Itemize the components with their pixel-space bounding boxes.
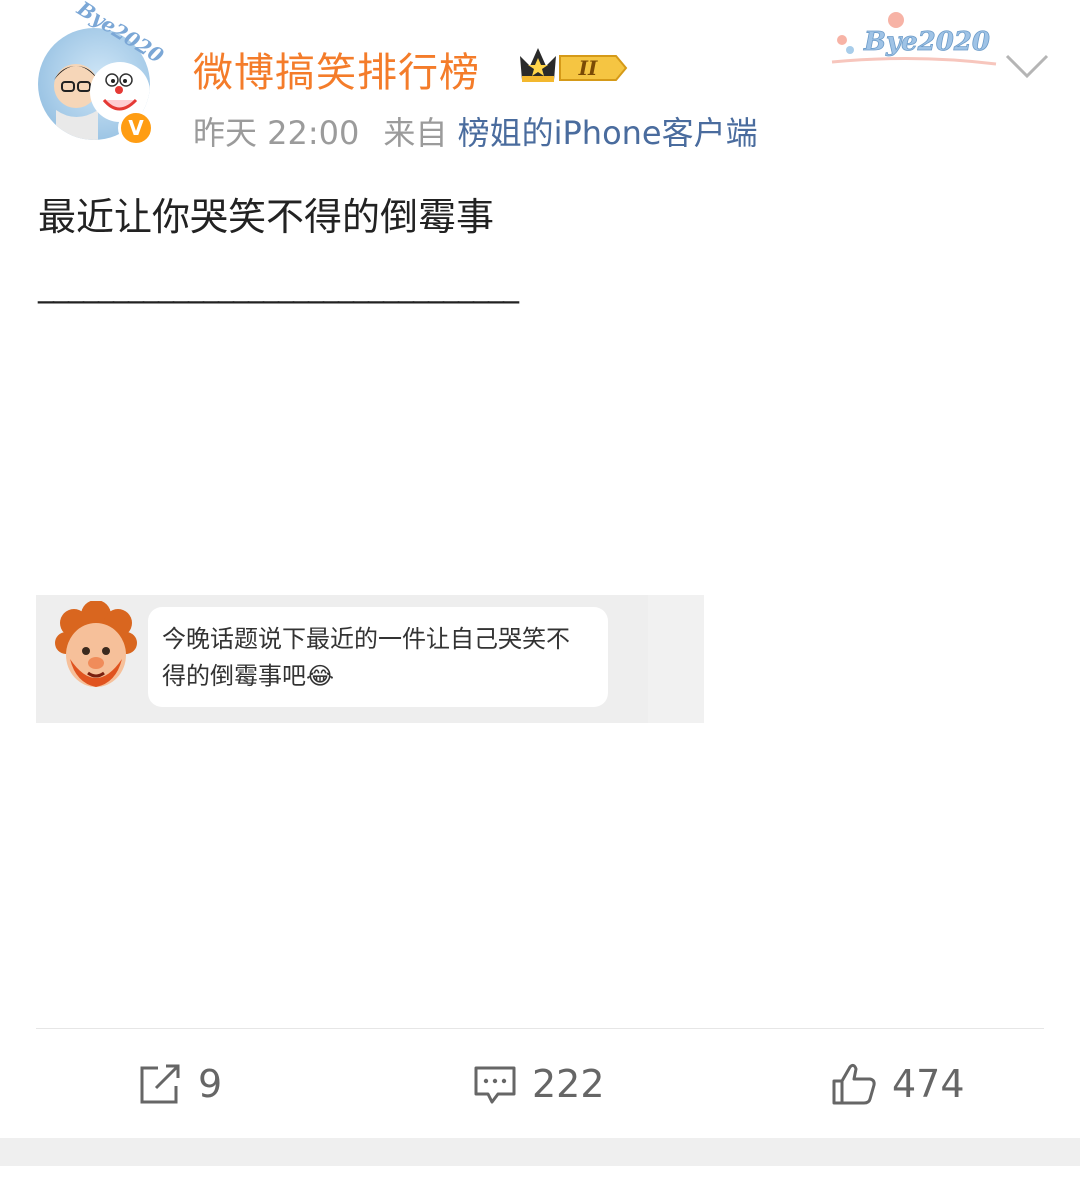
member-level: II: [578, 56, 598, 80]
username[interactable]: 微博搞笑排行榜: [193, 40, 480, 98]
source-link[interactable]: 榜姐的iPhone客户端: [458, 114, 758, 152]
post-image[interactable]: 今晚话题说下最近的一件让自己哭笑不得的倒霉事吧😂: [36, 595, 704, 723]
weibo-post: Bye2020 V 微博搞笑排行榜 II 昨天 22:00 来自 榜姐的iPhon…: [0, 0, 1080, 1138]
repost-button[interactable]: 9: [136, 1060, 222, 1108]
post-meta: 昨天 22:00 来自 榜姐的iPhone客户端: [193, 108, 758, 154]
action-divider: [36, 1028, 1044, 1029]
like-icon: [832, 1063, 876, 1105]
comment-count: 222: [532, 1062, 605, 1106]
post-time: 昨天 22:00: [193, 114, 360, 152]
avatar[interactable]: Bye2020 V: [38, 0, 168, 146]
comment-icon: [474, 1066, 516, 1104]
membership-badge[interactable]: II: [516, 42, 632, 88]
post-text: 最近让你哭笑不得的倒霉事: [38, 195, 495, 239]
card-decoration: Bye2020: [826, 10, 1002, 70]
crown-icon: [520, 48, 556, 82]
source-prefix: 来自: [383, 114, 448, 152]
feed-separator: [0, 1138, 1080, 1166]
like-button[interactable]: 474: [830, 1060, 965, 1108]
repost-icon: [140, 1064, 180, 1104]
post-underline: ________________________________: [38, 266, 519, 304]
chat-bubble: 今晚话题说下最近的一件让自己哭笑不得的倒霉事吧😂: [148, 607, 608, 707]
comment-button[interactable]: 222: [472, 1060, 605, 1108]
chevron-down-icon[interactable]: [1003, 48, 1051, 84]
verified-badge: V: [118, 110, 154, 146]
like-count: 474: [892, 1062, 965, 1106]
repost-count: 9: [198, 1062, 223, 1106]
bubble-text: 今晚话题说下最近的一件让自己哭笑不得的倒霉事吧😂: [162, 625, 570, 690]
cartoon-avatar: [52, 600, 142, 693]
next-post-edge: [0, 1166, 1080, 1201]
card-frame-text: Bye2020: [863, 27, 990, 57]
